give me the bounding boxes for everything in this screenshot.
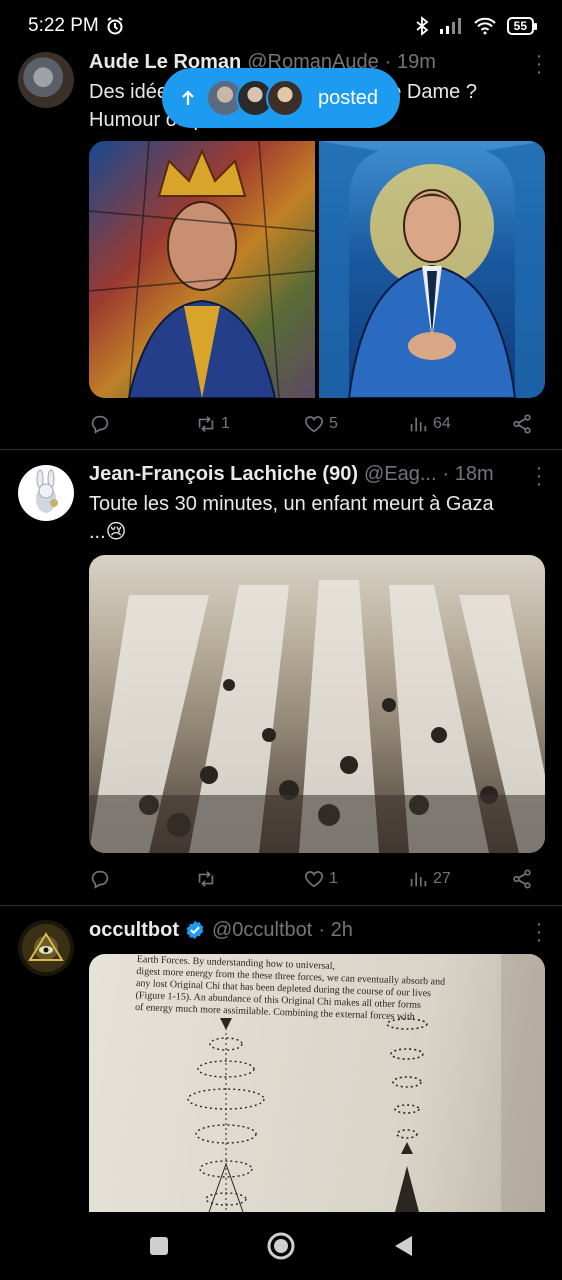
status-bar: 5:22 PM 55	[0, 0, 562, 52]
tweet[interactable]: occultbot @0ccultbot · 2h · · · Earth Forc…	[0, 914, 562, 1212]
tweet-time: · 2h	[318, 918, 353, 941]
new-posts-pill[interactable]: posted	[162, 68, 400, 128]
more-icon[interactable]: · · ·	[534, 46, 544, 82]
retweet-button[interactable]	[195, 868, 221, 890]
like-button[interactable]: 1	[303, 868, 338, 890]
retweet-count: 1	[221, 415, 230, 432]
divider	[0, 905, 562, 906]
views-count: 64	[433, 415, 451, 432]
signal-icon	[439, 18, 461, 34]
retweet-button[interactable]: 1	[195, 413, 230, 435]
recents-icon[interactable]	[148, 1235, 170, 1257]
tweet-time: · 19m	[384, 50, 436, 73]
tweet-actions: 1 27	[89, 865, 544, 893]
bluetooth-icon	[416, 16, 429, 36]
avatar[interactable]	[18, 920, 74, 976]
share-icon	[513, 869, 531, 889]
battery-indicator: 55	[506, 17, 538, 35]
like-count: 5	[329, 415, 338, 432]
reply-icon	[91, 415, 109, 434]
retweet-icon	[198, 871, 214, 887]
new-posts-label: posted	[318, 86, 379, 109]
wifi-icon	[473, 17, 496, 35]
avatar	[266, 79, 304, 117]
pill-avatars	[206, 79, 304, 117]
author-name[interactable]: occultbot	[89, 919, 179, 942]
views-count: 27	[433, 870, 451, 887]
book-figure	[187, 954, 545, 1212]
share-button[interactable]	[511, 868, 533, 890]
alarm-icon	[107, 17, 123, 35]
verified-icon	[186, 920, 204, 940]
author-handle[interactable]: @Eag...	[364, 463, 437, 486]
reply-button[interactable]	[89, 868, 115, 890]
tweet-image-saint[interactable]	[319, 141, 545, 398]
avatar[interactable]	[18, 465, 74, 521]
tweet-image-hall[interactable]	[89, 555, 545, 853]
reply-button[interactable]	[89, 413, 115, 435]
more-icon[interactable]: · · ·	[534, 914, 544, 950]
more-icon[interactable]: · · ·	[534, 458, 544, 494]
status-time: 5:22 PM	[28, 15, 99, 36]
share-icon	[513, 414, 531, 434]
reply-icon	[91, 870, 109, 889]
views-icon	[410, 872, 427, 887]
tweet-text-line: Toute les 30 minutes, un enfant meurt à …	[89, 493, 494, 515]
tweet-time: · 18m	[442, 462, 494, 485]
home-icon[interactable]	[266, 1231, 296, 1261]
views-icon	[410, 417, 427, 432]
views-button[interactable]: 27	[407, 868, 451, 890]
arrow-up-icon	[182, 90, 194, 105]
author-name[interactable]: Jean-François Lachiche (90)	[89, 463, 358, 486]
system-nav-bar	[0, 1212, 562, 1280]
back-icon[interactable]	[392, 1234, 414, 1258]
retweet-icon	[198, 416, 214, 432]
tweet-image-king[interactable]	[89, 141, 315, 398]
views-button[interactable]: 64	[407, 413, 451, 435]
like-button[interactable]: 5	[303, 413, 338, 435]
like-icon	[304, 871, 324, 888]
tweet-text: Toute les 30 minutes, un enfant meurt à …	[89, 490, 544, 546]
author-handle[interactable]: @0ccultbot	[212, 919, 312, 942]
like-icon	[304, 416, 324, 433]
like-count: 1	[329, 870, 338, 887]
tweet-image-book-page[interactable]: Earth Forces. By understanding how to un…	[89, 954, 545, 1212]
share-button[interactable]	[511, 413, 533, 435]
divider	[0, 449, 562, 450]
tweet-text-line: ...😢	[89, 521, 127, 543]
tweet[interactable]: Jean-François Lachiche (90) @Eag... · 18…	[0, 458, 562, 900]
avatar[interactable]	[18, 52, 74, 108]
tweet-actions: 1 5 64	[89, 410, 544, 438]
